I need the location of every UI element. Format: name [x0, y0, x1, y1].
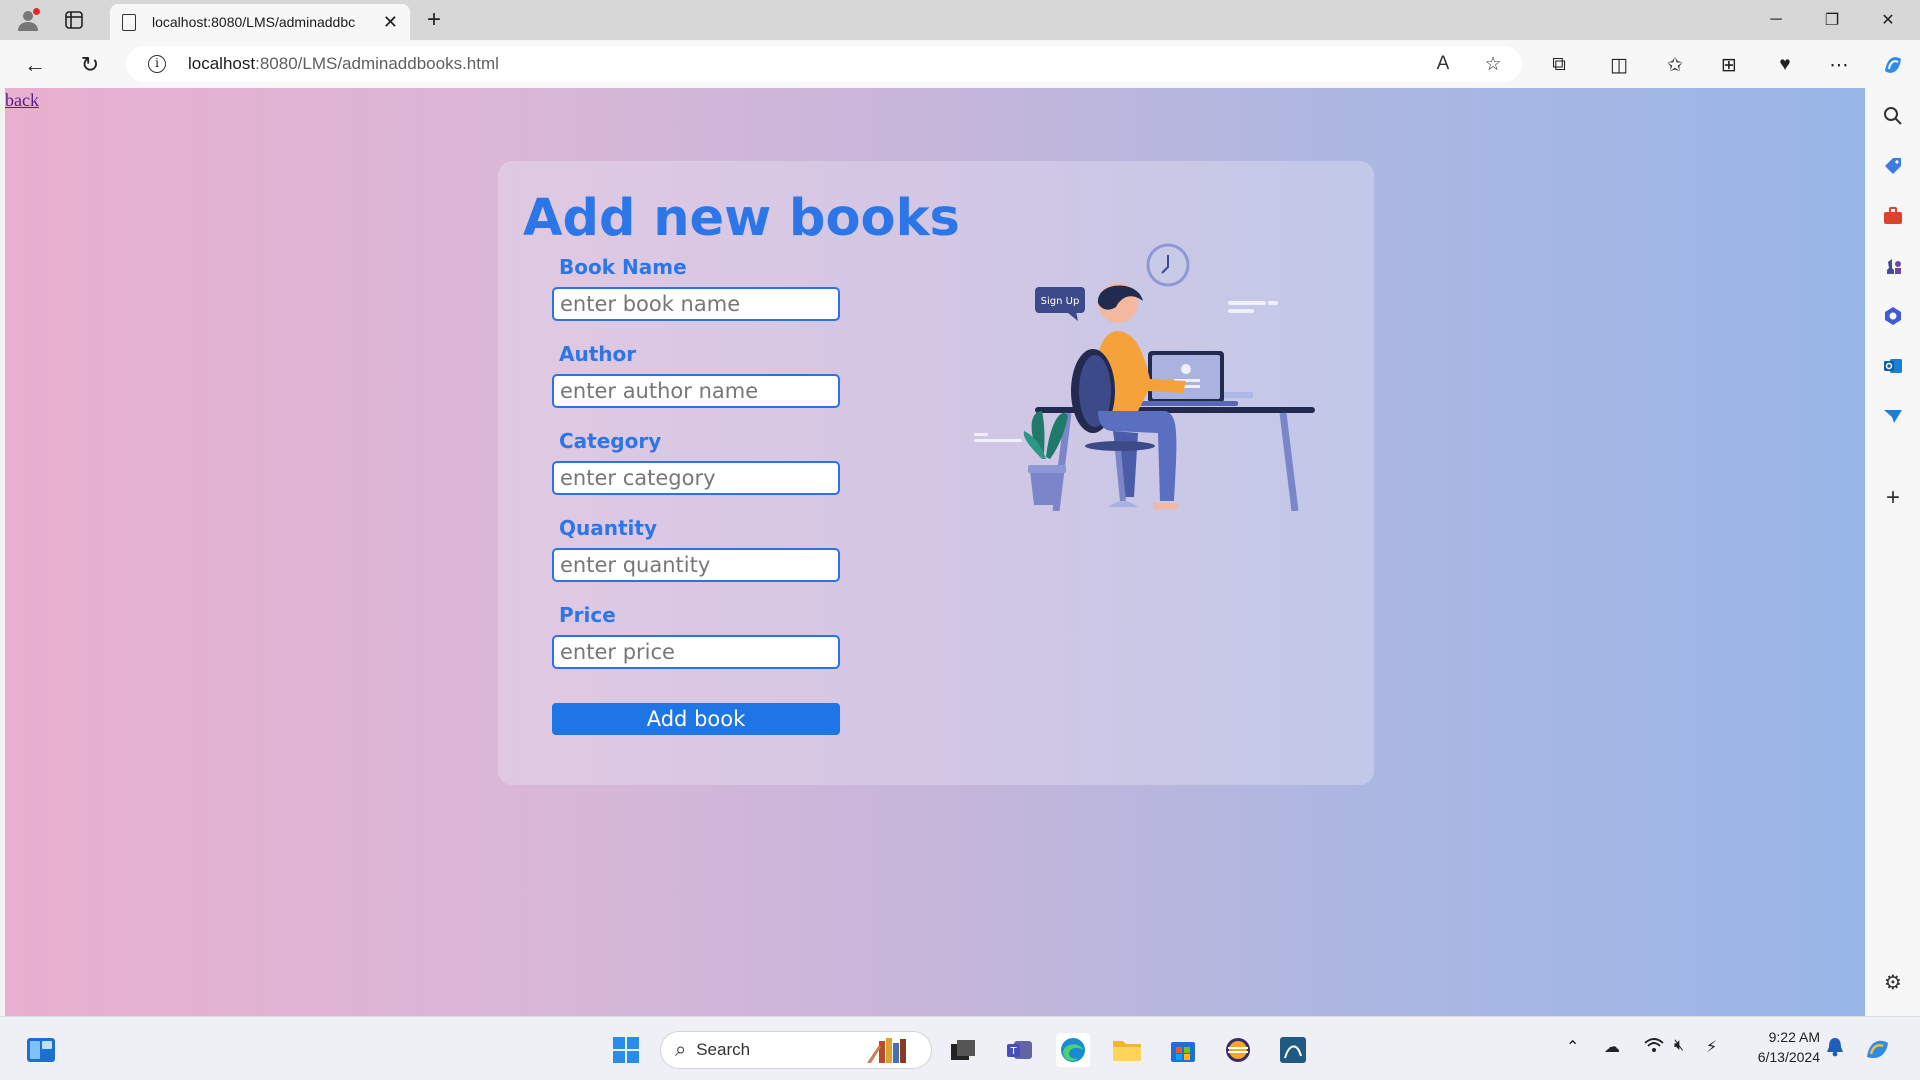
address-toolbar: ← ↻ i localhost:8080/LMS/adminaddbooks.h… [0, 40, 1920, 88]
widgets-icon[interactable] [24, 1033, 58, 1067]
restore-icon[interactable]: ❐ [1804, 0, 1860, 40]
book-name-label: Book Name [559, 255, 687, 279]
mysql-workbench-icon[interactable] [1276, 1033, 1310, 1067]
browser-tab[interactable]: localhost:8080/LMS/adminaddbc ✕ [110, 4, 410, 40]
outlook-icon[interactable] [1879, 352, 1907, 380]
wifi-icon[interactable] [1644, 1037, 1664, 1058]
volume-muted-icon[interactable]: 🔇︎ [1674, 1037, 1684, 1055]
clock-time: 9:22 AM [1768, 1029, 1820, 1045]
site-info-icon[interactable]: i [148, 55, 166, 73]
url-field[interactable]: i localhost:8080/LMS/adminaddbooks.html … [126, 46, 1522, 82]
read-aloud-icon[interactable]: A [1428, 46, 1458, 82]
games-chess-icon[interactable] [1879, 252, 1907, 280]
clock-date: 6/13/2024 [1757, 1049, 1820, 1065]
windows-taskbar: ⌕ Search T ⌃ ☁ 🔇︎ ⚡︎ 9:22 AM 6/13/2024 [0, 1016, 1920, 1080]
sidebar-settings-gear-icon[interactable]: ⚙ [1879, 968, 1907, 996]
more-menu-icon[interactable]: ⋯ [1824, 50, 1854, 80]
search-icon: ⌕ [675, 1038, 687, 1061]
category-input[interactable] [552, 461, 840, 495]
send-plane-icon[interactable] [1879, 402, 1907, 430]
page-viewport: back Add new books Book Name Author Cate… [5, 88, 1865, 1016]
notifications-bell-icon[interactable] [1826, 1037, 1844, 1062]
edge-browser-taskbar-icon[interactable] [1056, 1033, 1090, 1067]
taskbar-clock[interactable]: 9:22 AM 6/13/2024 [1738, 1027, 1820, 1067]
person-at-desk-illustration: Sign Up [974, 243, 1315, 511]
tab-title: localhost:8080/LMS/adminaddbc [152, 14, 356, 30]
browser-titlebar: localhost:8080/LMS/adminaddbc ✕ + ─ ❐ ✕ [0, 0, 1920, 40]
author-label: Author [559, 342, 637, 366]
category-label: Category [559, 429, 662, 453]
minimize-icon[interactable]: ─ [1748, 0, 1804, 40]
new-tab-icon[interactable]: + [420, 6, 448, 34]
page-icon [122, 13, 136, 31]
price-input[interactable] [552, 635, 840, 669]
microsoft-store-icon[interactable] [1166, 1033, 1200, 1067]
split-screen-icon[interactable]: ◫ [1604, 50, 1634, 80]
shopping-tag-icon[interactable] [1879, 152, 1907, 180]
close-tab-icon[interactable]: ✕ [383, 12, 398, 33]
windows-start-icon[interactable] [609, 1033, 643, 1067]
copilot-taskbar-icon[interactable] [1864, 1037, 1892, 1066]
refresh-icon[interactable]: ↻ [75, 50, 105, 80]
sidebar-search-icon[interactable] [1879, 102, 1907, 130]
book-name-input[interactable] [552, 287, 840, 321]
teams-icon[interactable]: T [1003, 1033, 1037, 1067]
url-path: :8080/LMS/adminaddbooks.html [255, 54, 499, 73]
eclipse-ide-icon[interactable] [1221, 1033, 1255, 1067]
taskbar-search[interactable]: ⌕ Search [660, 1031, 932, 1069]
profile-icon[interactable] [14, 6, 42, 34]
onedrive-cloud-icon[interactable]: ☁ [1604, 1037, 1620, 1057]
back-arrow-icon[interactable]: ← [20, 50, 50, 80]
quantity-label: Quantity [559, 516, 657, 540]
add-book-card: Add new books Book Name Author Category … [498, 161, 1374, 785]
tools-briefcase-icon[interactable] [1879, 202, 1907, 230]
favorites-icon[interactable]: ✩ [1660, 50, 1690, 80]
favorite-star-icon[interactable]: ☆ [1478, 46, 1508, 82]
search-highlight-books-icon [867, 1038, 906, 1063]
browser-essentials-icon[interactable]: ♥ [1770, 50, 1800, 80]
show-hidden-icons-chevron-icon[interactable]: ⌃ [1566, 1037, 1579, 1057]
extensions-icon[interactable]: ⧉ [1544, 50, 1574, 80]
back-link[interactable]: back [5, 90, 39, 111]
page-heading: Add new books [523, 189, 960, 248]
url-host: localhost [188, 54, 256, 73]
file-explorer-icon[interactable] [1110, 1033, 1144, 1067]
sign-up-bubble-text: Sign Up [1041, 296, 1080, 307]
copilot-apps-icon[interactable] [1879, 302, 1907, 330]
svg-text:T: T [1009, 1046, 1017, 1057]
taskbar-search-label: Search [696, 1040, 751, 1059]
add-book-button[interactable]: Add book [552, 703, 840, 735]
collections-icon[interactable]: ⊞ [1714, 50, 1744, 80]
edge-sidebar: + ⚙ [1866, 88, 1920, 1016]
battery-charging-icon[interactable]: ⚡︎ [1706, 1037, 1717, 1057]
task-view-icon[interactable] [946, 1033, 980, 1067]
copilot-icon[interactable] [1878, 50, 1908, 80]
add-sidebar-app-icon[interactable]: + [1879, 484, 1907, 512]
tab-actions-icon[interactable] [60, 6, 88, 34]
close-window-icon[interactable]: ✕ [1860, 0, 1916, 40]
author-input[interactable] [552, 374, 840, 408]
quantity-input[interactable] [552, 548, 840, 582]
price-label: Price [559, 603, 616, 627]
